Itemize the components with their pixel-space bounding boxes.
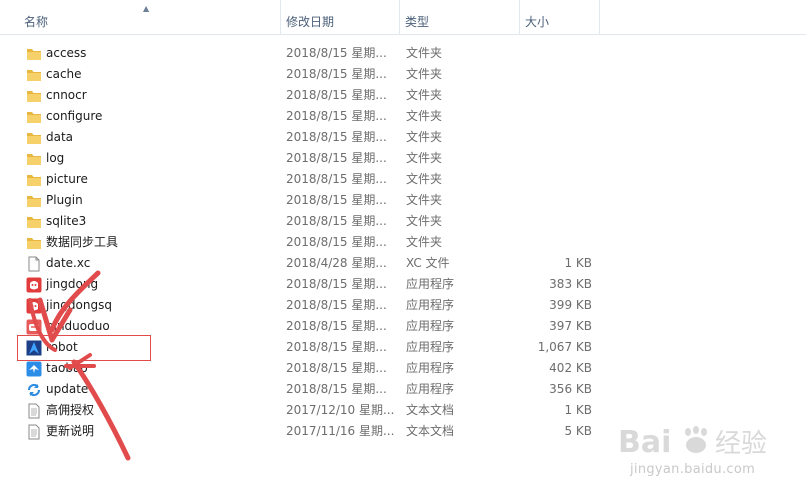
watermark-url: jingyan.baidu.com (630, 462, 756, 477)
svg-text:经验: 经验 (715, 429, 767, 459)
svg-text:Bai: Bai (618, 425, 671, 460)
upper-arrow-shaft (49, 270, 101, 333)
lower-arrow-shaft (71, 359, 131, 461)
baidu-watermark-logo: Bai 经验 (618, 425, 767, 460)
